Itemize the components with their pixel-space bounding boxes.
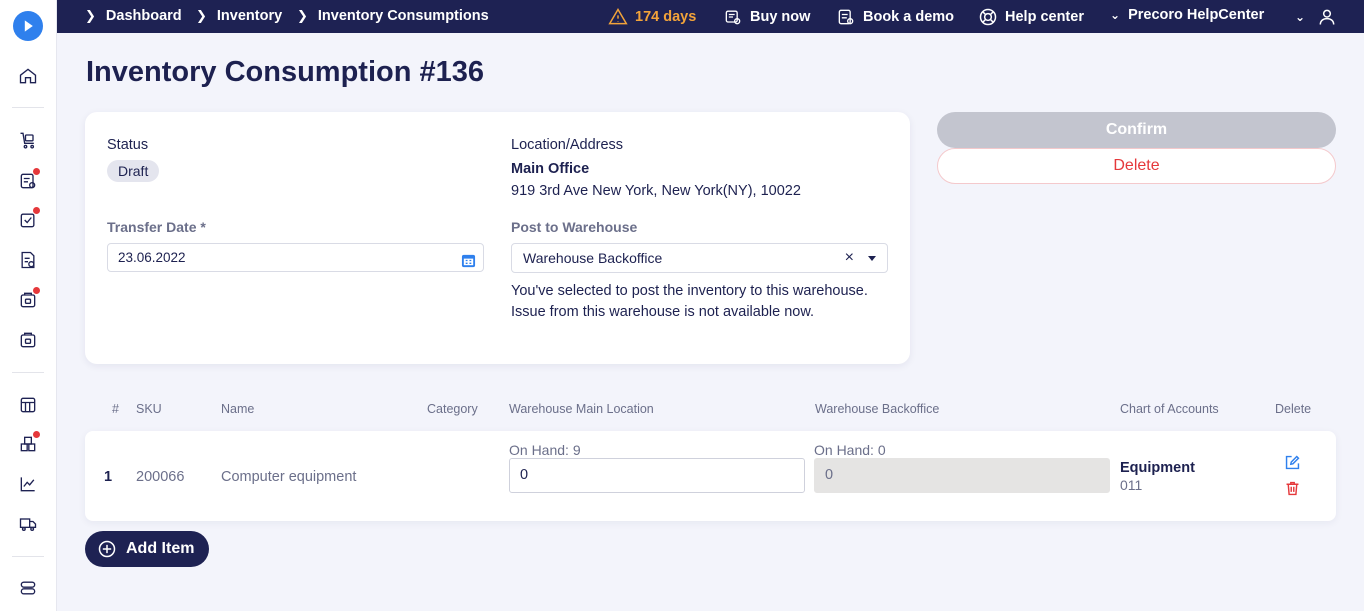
post-to-warehouse-label: Post to Warehouse <box>511 219 638 235</box>
trash-icon[interactable] <box>1284 480 1301 502</box>
location-address: 919 3rd Ave New York, New York(NY), 1002… <box>511 183 801 199</box>
column-header-index: # <box>112 402 119 416</box>
delete-button[interactable]: Delete <box>937 148 1336 184</box>
book-demo-link[interactable]: Book a demo <box>836 7 954 27</box>
column-header-category: Category <box>427 402 478 416</box>
column-header-name: Name <box>221 402 255 416</box>
chevron-right-icon: ❯ <box>297 8 308 23</box>
account-code: 011 <box>1120 477 1143 493</box>
status-badge: Draft <box>107 160 160 182</box>
book-demo-label: Book a demo <box>863 9 955 25</box>
company-switcher[interactable]: ⌄ Precoro HelpCenter <box>1110 7 1264 23</box>
calendar-icon <box>838 9 854 25</box>
help-center-label: Help center <box>1005 9 1084 25</box>
row-sku: 200066 <box>136 469 185 485</box>
warehouses-icon[interactable] <box>17 431 40 455</box>
cart-icon[interactable] <box>17 129 39 151</box>
transfer-date-label: Transfer Date * <box>107 219 206 235</box>
status-label: Status <box>107 137 149 153</box>
backoffice-qty-input: 0 <box>814 458 1110 493</box>
chevron-right-icon: ❯ <box>85 8 96 23</box>
buy-now-label: Buy now <box>750 9 811 25</box>
row-index: 1 <box>104 469 113 485</box>
account-name: Equipment <box>1120 460 1195 476</box>
breadcrumb-dashboard[interactable]: ❯ Dashboard <box>85 8 182 24</box>
column-header-main-location: Warehouse Main Location <box>509 402 654 416</box>
breadcrumb-inventory-consumptions[interactable]: ❯ Inventory Consumptions <box>297 8 489 24</box>
calendar-icon[interactable] <box>461 250 476 277</box>
user-icon <box>1319 9 1335 25</box>
chevron-right-icon: ❯ <box>196 8 207 23</box>
home-icon[interactable] <box>17 65 39 87</box>
sidebar <box>0 0 57 611</box>
cart-icon <box>725 10 741 25</box>
column-header-chart-of-accounts: Chart of Accounts <box>1120 402 1219 416</box>
add-item-button[interactable]: Add Item <box>85 531 209 567</box>
page-title: Inventory Consumption #136 <box>86 56 485 88</box>
post-to-warehouse-select[interactable]: Warehouse Backoffice × <box>511 243 888 273</box>
lifebuoy-icon <box>979 8 997 26</box>
consumption-details-card: Status Draft Transfer Date * 23.06.2022 … <box>85 112 910 364</box>
budgets-icon[interactable] <box>17 394 39 416</box>
top-navigation-bar: ❯ Dashboard ❯ Inventory ❯ Inventory Cons… <box>57 0 1364 33</box>
breadcrumb-label: Inventory Consumptions <box>317 8 489 24</box>
company-name: Precoro HelpCenter <box>1128 7 1265 23</box>
caret-down-icon[interactable] <box>868 256 876 261</box>
breadcrumb-label: Inventory <box>216 8 283 24</box>
column-header-backoffice: Warehouse Backoffice <box>815 402 940 416</box>
table-row: 1 200066 Computer equipment On Hand: 9 0… <box>85 431 1336 521</box>
delivery-truck-icon[interactable] <box>17 513 39 535</box>
edit-icon[interactable] <box>1284 454 1301 476</box>
location-name: Main Office <box>511 161 590 177</box>
location-label: Location/Address <box>511 137 624 153</box>
column-header-delete: Delete <box>1275 402 1312 416</box>
clear-selection-icon[interactable]: × <box>845 244 854 272</box>
post-to-warehouse-value: Warehouse Backoffice <box>523 250 663 266</box>
trial-days-label: 174 days <box>635 9 697 25</box>
add-item-label: Add Item <box>126 540 195 557</box>
chevron-down-icon: ⌄ <box>1295 10 1306 24</box>
buy-now-link[interactable]: Buy now <box>723 7 810 27</box>
row-name: Computer equipment <box>221 469 357 485</box>
analytics-icon[interactable] <box>17 473 39 495</box>
transfer-date-value: 23.06.2022 <box>118 250 186 265</box>
warning-icon <box>608 8 628 25</box>
approvals-icon[interactable] <box>17 207 40 231</box>
purchase-requests-icon[interactable] <box>17 168 40 192</box>
help-center-link[interactable]: Help center <box>978 7 1084 27</box>
trial-days-indicator[interactable]: 174 days <box>608 7 696 27</box>
chevron-down-icon: ⌄ <box>1110 8 1121 22</box>
receipts-icon[interactable] <box>17 287 40 311</box>
breadcrumb-label: Dashboard <box>105 8 182 24</box>
inventory-icon[interactable] <box>17 329 39 351</box>
warehouse-note: You've selected to post the inventory to… <box>511 283 868 320</box>
plus-circle-icon <box>98 540 116 558</box>
user-menu[interactable]: ⌄ <box>1295 7 1344 27</box>
main-on-hand: On Hand: 9 <box>509 442 581 458</box>
precoro-logo-icon[interactable] <box>13 11 43 41</box>
column-header-sku: SKU <box>136 402 162 416</box>
settings-toggle-icon[interactable] <box>17 577 39 599</box>
breadcrumb-inventory[interactable]: ❯ Inventory <box>196 8 282 24</box>
main-location-qty-input[interactable]: 0 <box>509 458 805 493</box>
backoffice-on-hand: On Hand: 0 <box>814 442 886 458</box>
transfer-date-input[interactable]: 23.06.2022 <box>107 243 484 272</box>
invoices-icon[interactable] <box>17 249 39 271</box>
confirm-button[interactable]: Confirm <box>937 112 1336 148</box>
